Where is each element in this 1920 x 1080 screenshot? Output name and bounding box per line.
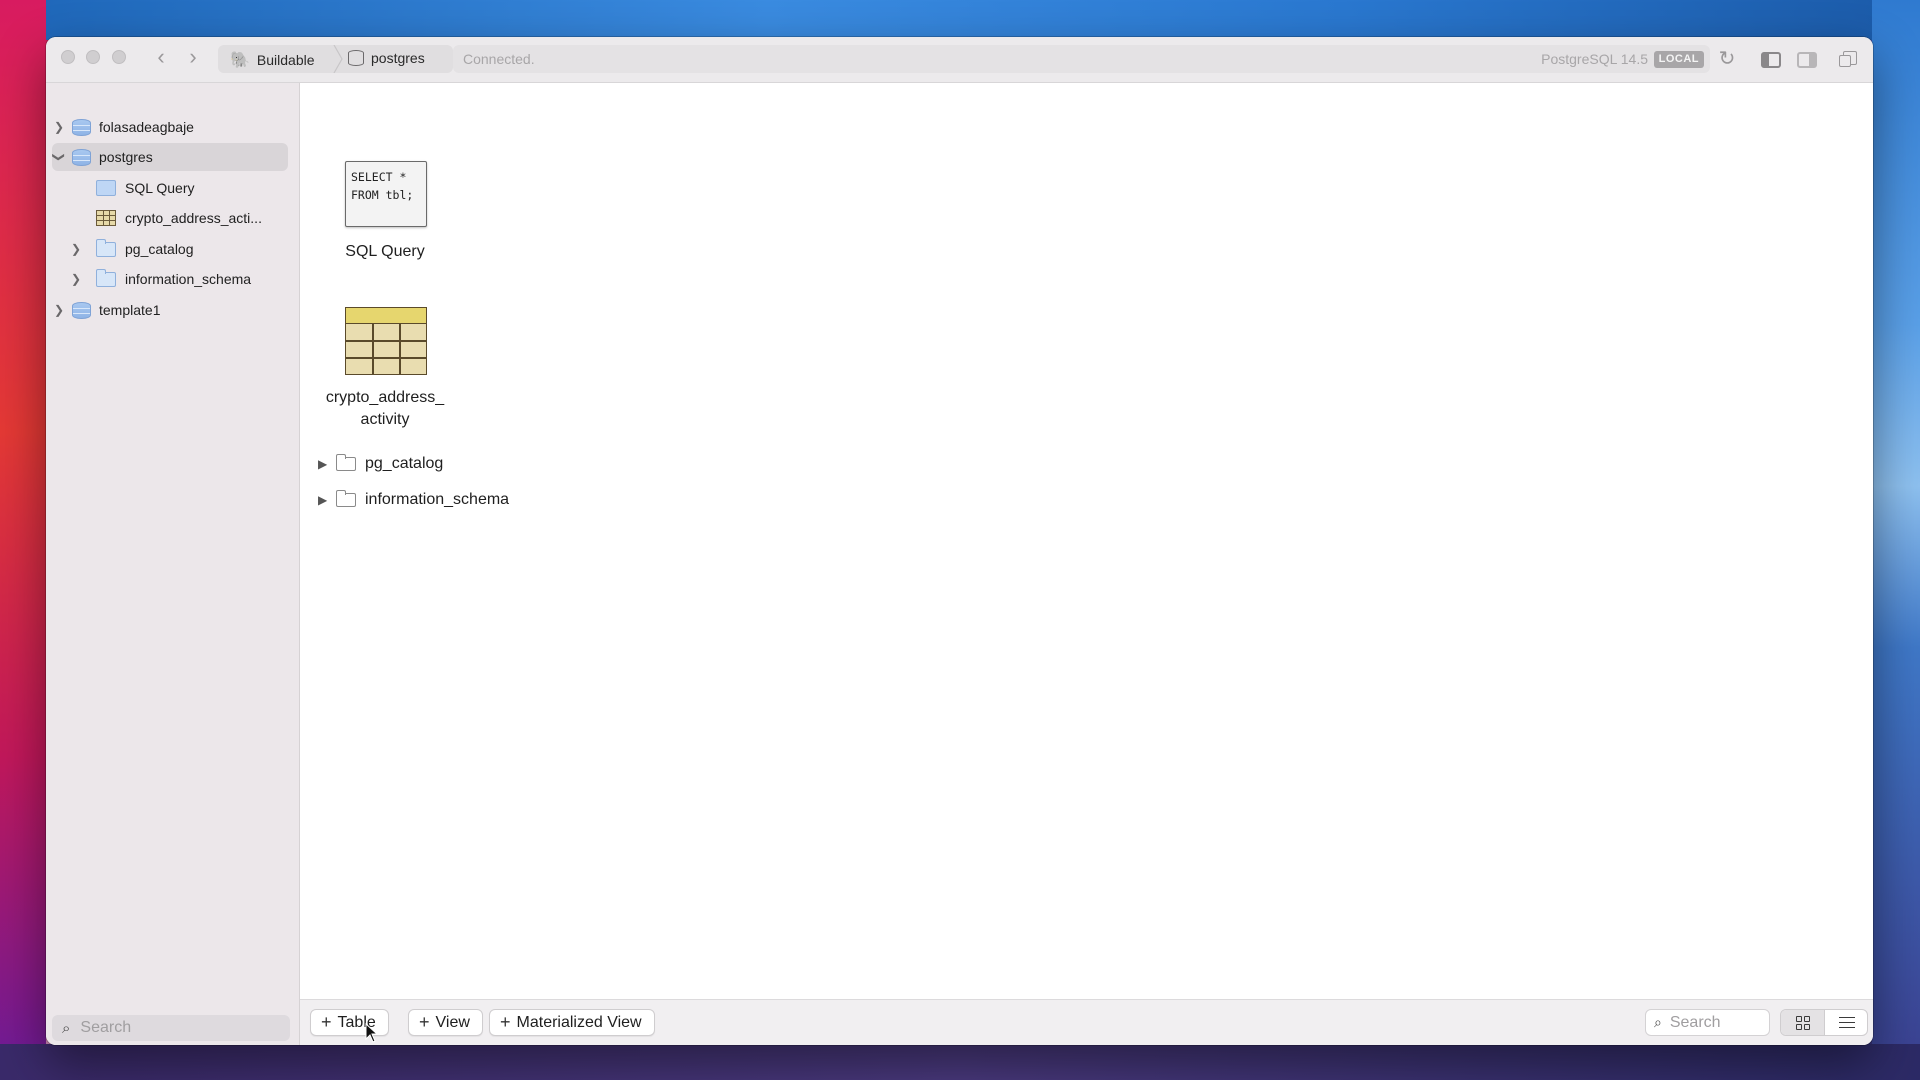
server-version: PostgreSQL 14.5 [1541, 51, 1648, 67]
app-window: ‹ › 🐘 Buildable postgres Connected. Post… [46, 37, 1873, 1045]
sidebar-item-crypto-address-activity[interactable]: crypto_address_acti... [96, 204, 291, 232]
sql-query-item[interactable]: SELECT * FROM tbl; SQL Query [300, 161, 470, 271]
add-materialized-view-label: Materialized View [516, 1013, 642, 1031]
local-badge: LOCAL [1653, 51, 1704, 68]
add-view-button[interactable]: + View [408, 1009, 483, 1036]
new-window-icon[interactable] [1839, 48, 1861, 70]
desktop-wallpaper-right [1872, 0, 1920, 1080]
sidebar-search[interactable]: ⌕ [52, 1015, 290, 1041]
schema-label: pg_catalog [365, 455, 444, 472]
table-item-crypto-address-activity[interactable]: crypto_address_ activity [300, 307, 470, 437]
database-icon [72, 118, 91, 136]
schema-label: information_schema [365, 491, 510, 508]
sidebar-item-label: folasadeagbaje [99, 119, 194, 135]
sidebar-item-sql-query[interactable]: SQL Query [96, 174, 286, 202]
database-icon [72, 301, 91, 319]
elephant-icon: 🐘 [230, 52, 250, 69]
breadcrumb: 🐘 Buildable postgres [218, 45, 453, 73]
close-window-button[interactable] [61, 50, 75, 64]
plus-icon: + [500, 1012, 511, 1032]
disclosure-triangle-icon[interactable]: ▶ [318, 493, 328, 507]
desktop-wallpaper-top [0, 0, 1920, 40]
sql-thumb-line-2: FROM tbl; [351, 188, 414, 202]
desktop-wallpaper-left [0, 0, 46, 1080]
grid-view-button[interactable] [1781, 1010, 1825, 1035]
sidebar-item-information-schema[interactable]: ❯ information_schema [69, 265, 284, 293]
search-icon: ⌕ [1654, 1014, 1662, 1030]
add-view-label: View [435, 1013, 470, 1031]
title-bar: ‹ › 🐘 Buildable postgres Connected. Post… [46, 37, 1873, 83]
sql-query-thumbnail: SELECT * FROM tbl; [345, 161, 427, 227]
table-icon [96, 210, 116, 226]
bottom-toolbar: + Table + View + Materialized View ⌕ [300, 999, 1873, 1045]
breadcrumb-database[interactable]: postgres [348, 50, 425, 66]
chevron-right-icon[interactable]: ❯ [69, 242, 83, 256]
folder-icon [96, 238, 116, 257]
sidebar-search-input[interactable] [80, 1019, 271, 1037]
schema-row-pg-catalog[interactable]: ▶ pg_catalog [318, 451, 443, 477]
sidebar-item-postgres[interactable]: ❯ postgres [52, 143, 288, 171]
search-icon: ⌕ [62, 1019, 71, 1037]
zoom-window-button[interactable] [112, 50, 126, 64]
sql-query-icon [96, 180, 116, 196]
table-label-line-1: crypto_address_ [325, 389, 445, 406]
chevron-right-icon[interactable]: ❯ [69, 272, 83, 286]
database-icon [72, 148, 91, 166]
main-search-input[interactable] [1669, 1013, 1760, 1032]
breadcrumb-server-label: Buildable [256, 52, 315, 68]
refresh-icon[interactable]: ↻ [1716, 48, 1738, 70]
desktop-wallpaper-bottom [0, 1044, 1920, 1080]
sidebar-item-folasadeagbaje[interactable]: ❯ folasadeagbaje [52, 113, 288, 141]
sidebar-item-label: information_schema [125, 271, 252, 287]
list-icon [1839, 1016, 1855, 1029]
database-icon [348, 50, 364, 66]
add-materialized-view-button[interactable]: + Materialized View [489, 1009, 655, 1036]
sidebar-item-label: postgres [99, 149, 153, 165]
plus-icon: + [321, 1012, 332, 1032]
sidebar-item-label: SQL Query [125, 180, 195, 196]
chevron-right-icon[interactable]: ❯ [52, 303, 66, 317]
sidebar-item-pg-catalog[interactable]: ❯ pg_catalog [69, 235, 284, 263]
forward-button[interactable]: › [182, 46, 204, 69]
sidebar-item-template1[interactable]: ❯ template1 [52, 296, 288, 324]
breadcrumb-separator-icon [333, 45, 343, 73]
mouse-cursor-icon [365, 1023, 379, 1043]
folder-icon [336, 454, 356, 471]
toggle-left-sidebar-icon[interactable] [1760, 48, 1782, 70]
sidebar: ❯ folasadeagbaje ❯ postgres SQL Query cr… [46, 83, 300, 1045]
folder-icon [96, 268, 116, 287]
table-thumbnail-icon [345, 307, 427, 375]
breadcrumb-database-label: postgres [371, 50, 425, 66]
chevron-down-icon[interactable]: ❯ [52, 150, 66, 164]
grid-icon [1795, 1015, 1810, 1030]
disclosure-triangle-icon[interactable]: ▶ [318, 457, 328, 471]
connection-status: Connected. [463, 51, 535, 67]
connection-status-bar: Connected. PostgreSQL 14.5 LOCAL [453, 45, 1710, 73]
table-label-line-2: activity [360, 411, 410, 428]
list-view-button[interactable] [1825, 1010, 1867, 1035]
sidebar-item-label: pg_catalog [125, 241, 194, 257]
chevron-right-icon[interactable]: ❯ [52, 120, 66, 134]
sidebar-item-label: template1 [99, 302, 161, 318]
toggle-right-sidebar-icon[interactable] [1796, 48, 1818, 70]
folder-icon [336, 490, 356, 507]
minimize-window-button[interactable] [86, 50, 100, 64]
sql-query-label: SQL Query [345, 243, 425, 260]
sidebar-item-label: crypto_address_acti... [125, 210, 262, 226]
schema-row-information-schema[interactable]: ▶ information_schema [318, 487, 509, 513]
plus-icon: + [419, 1012, 430, 1032]
back-button[interactable]: ‹ [150, 46, 172, 69]
breadcrumb-server[interactable]: 🐘 Buildable [230, 50, 315, 70]
view-mode-toggle [1780, 1009, 1868, 1036]
main-content: SELECT * FROM tbl; SQL Query crypto_addr… [300, 83, 1873, 999]
main-search[interactable]: ⌕ [1645, 1009, 1770, 1036]
sql-thumb-line-1: SELECT * [351, 170, 407, 184]
